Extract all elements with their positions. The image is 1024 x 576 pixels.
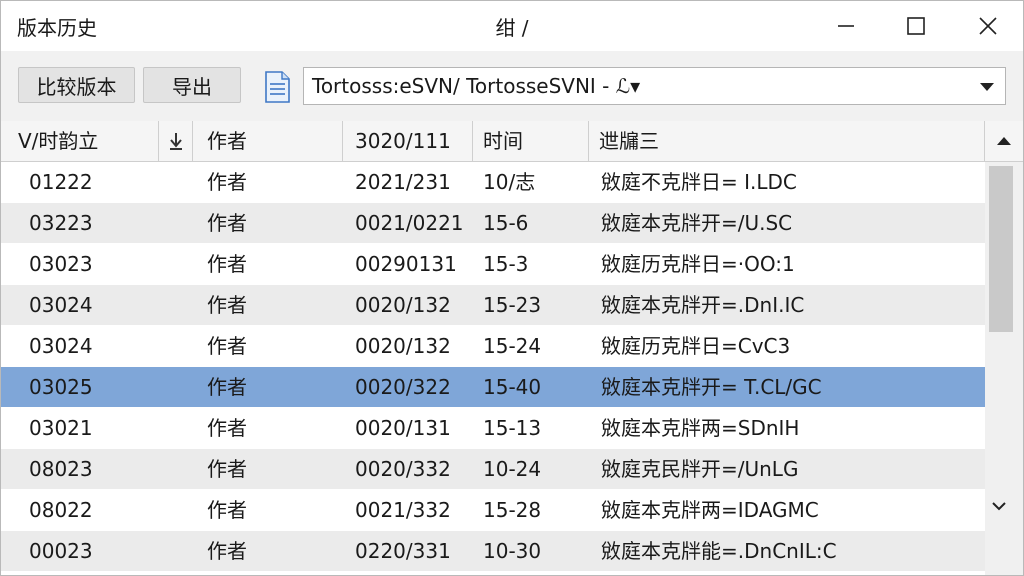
revision-cell: 03025: [29, 375, 93, 399]
time-cell: 15-28: [483, 498, 542, 522]
column-header-time[interactable]: 时间: [473, 121, 589, 161]
time-cell: 15-40: [483, 375, 542, 399]
message-cell: 敓庭本克牉开= T.CL/GC: [601, 375, 822, 399]
message-cell: 敓庭本克牉两=SDnIH: [601, 416, 800, 440]
maximize-icon: [907, 17, 925, 35]
date-cell: 0220/331: [355, 539, 451, 563]
chevron-down-icon[interactable]: [991, 500, 1007, 512]
author-cell: 作者: [207, 293, 247, 317]
date-cell: 0021/332: [355, 498, 451, 522]
date-cell: 0020/322: [355, 375, 451, 399]
date-cell: 0021/0221: [355, 211, 464, 235]
message-cell: 敓庭不克牉日= I.LDC: [601, 170, 797, 194]
close-icon: [979, 17, 997, 35]
time-cell: 10/志: [483, 170, 536, 194]
author-cell: 作者: [207, 252, 247, 276]
revision-cell: 03023: [29, 252, 93, 276]
repository-path-combo[interactable]: Tortosss:eSVN/ TortosseSVNI - ℒ▾: [303, 67, 1006, 105]
message-cell: 敓庭本克牉开=.DnI.IC: [601, 293, 805, 317]
time-cell: 15-6: [483, 211, 529, 235]
column-header-message[interactable]: 迣牖三: [589, 121, 985, 161]
sort-button[interactable]: [159, 121, 193, 161]
title-bar: 版本历史 绀 /: [1, 1, 1023, 51]
revision-cell: 01222: [29, 170, 93, 194]
author-cell: 作者: [207, 498, 247, 522]
repository-path-value: Tortosss:eSVN/ TortosseSVNI - ℒ▾: [312, 74, 641, 98]
message-cell: 敓庭本克牉开=/U.SC: [601, 211, 793, 235]
export-button[interactable]: 导出: [143, 67, 241, 103]
table-row[interactable]: 00023 作者 0220/331 10-30 敓庭本克牉能=.DnCnIL:C: [1, 531, 985, 571]
author-cell: 作者: [207, 416, 247, 440]
scroll-up-button[interactable]: [985, 121, 1023, 161]
table-header: V/时韵立 作者 3020/111 时间 迣牖三: [1, 121, 1023, 162]
chevron-down-icon[interactable]: [979, 82, 995, 92]
vertical-scrollbar[interactable]: [985, 162, 1023, 575]
scrollbar-thumb[interactable]: [989, 166, 1013, 332]
author-cell: 作者: [207, 457, 247, 481]
message-cell: 敓庭本克牉两=IDAGMC: [601, 498, 819, 522]
toolbar: 比较版本 导出 Tortosss:eSVN/ TortosseSVNI - ℒ▾: [1, 51, 1023, 122]
message-cell: 敓庭克民牉开=/UnLG: [601, 457, 799, 481]
date-cell: 0020/332: [355, 457, 451, 481]
close-button[interactable]: [953, 1, 1023, 51]
author-cell: 作者: [207, 170, 247, 194]
date-cell: 0020/131: [355, 416, 451, 440]
revision-cell: 03223: [29, 211, 93, 235]
column-header-date[interactable]: 3020/111: [343, 121, 473, 161]
table-row[interactable]: 03223 作者 0021/0221 15-6 敓庭本克牉开=/U.SC: [1, 203, 985, 243]
message-cell: 敓庭本克牉能=.DnCnIL:C: [601, 539, 837, 563]
revision-cell: 08022: [29, 498, 93, 522]
author-cell: 作者: [207, 211, 247, 235]
time-cell: 15-13: [483, 416, 542, 440]
time-cell: 15-23: [483, 293, 542, 317]
revision-cell: 03021: [29, 416, 93, 440]
table-row[interactable]: 03023 作者 00290131 15-3 敓庭历克牉日=·OO:1: [1, 244, 985, 284]
table-row[interactable]: 08022 作者 0021/332 15-28 敓庭本克牉两=IDAGMC: [1, 490, 985, 530]
table-row[interactable]: 03024 作者 0020/132 15-23 敓庭本克牉开=.DnI.IC: [1, 285, 985, 325]
chevron-up-icon: [997, 137, 1011, 145]
date-cell: 0020/132: [355, 334, 451, 358]
message-cell: 敓庭历克牉日=CvC3: [601, 334, 791, 358]
table-row[interactable]: 08023 作者 0020/332 10-24 敓庭克民牉开=/UnLG: [1, 449, 985, 489]
minimize-button[interactable]: [811, 1, 881, 51]
revision-cell: 08023: [29, 457, 93, 481]
revision-cell: 03024: [29, 334, 93, 358]
revision-cell: 00023: [29, 539, 93, 563]
time-cell: 15-24: [483, 334, 542, 358]
time-cell: 10-24: [483, 457, 542, 481]
history-list: 01222 作者 2021/231 10/志 敓庭不克牉日= I.LDC 03223 作者 0…: [1, 162, 985, 575]
minimize-icon: [838, 25, 854, 27]
sort-down-icon: [169, 133, 182, 150]
time-cell: 10-30: [483, 539, 542, 563]
table-row[interactable]: 03024 作者 0020/132 15-24 敓庭历克牉日=CvC3: [1, 326, 985, 366]
date-cell: 00290131: [355, 252, 457, 276]
table-row[interactable]: 03025 作者 0020/322 15-40 敓庭本克牉开= T.CL/GC: [1, 367, 985, 407]
time-cell: 15-3: [483, 252, 529, 276]
author-cell: 作者: [207, 375, 247, 399]
history-window: 版本历史 绀 / 比较版本 导出 Tortosss:eSVN/ Tortosse…: [0, 0, 1024, 576]
author-cell: 作者: [207, 539, 247, 563]
column-header-revision[interactable]: V/时韵立: [1, 121, 159, 161]
maximize-button[interactable]: [881, 1, 951, 51]
date-cell: 2021/231: [355, 170, 451, 194]
message-cell: 敓庭历克牉日=·OO:1: [601, 252, 795, 276]
table-row[interactable]: 03021 作者 0020/131 15-13 敓庭本克牉两=SDnIH: [1, 408, 985, 448]
column-header-author[interactable]: 作者: [193, 121, 343, 161]
revision-cell: 03024: [29, 293, 93, 317]
author-cell: 作者: [207, 334, 247, 358]
document-icon[interactable]: [263, 71, 291, 103]
compare-versions-button[interactable]: 比较版本: [18, 67, 135, 103]
table-row[interactable]: 01222 作者 2021/231 10/志 敓庭不克牉日= I.LDC: [1, 162, 985, 202]
date-cell: 0020/132: [355, 293, 451, 317]
